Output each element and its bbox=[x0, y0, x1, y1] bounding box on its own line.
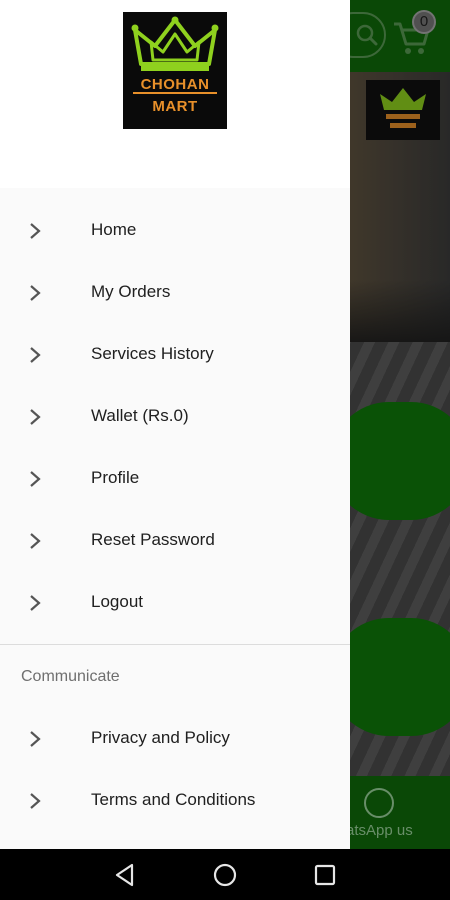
chohan-mart-logo: CHOHAN MART bbox=[123, 12, 227, 129]
system-navigation-bar bbox=[0, 849, 450, 900]
drawer-header: CHOHAN MART bbox=[0, 0, 350, 188]
menu-item-label: Reset Password bbox=[91, 530, 215, 549]
menu-item-logout[interactable]: Logout bbox=[0, 572, 350, 634]
home-circle-icon bbox=[213, 863, 237, 887]
menu-item-home[interactable]: Home bbox=[0, 200, 350, 262]
menu-item-services-history[interactable]: Services History bbox=[0, 324, 350, 386]
chevron-right-icon bbox=[30, 285, 41, 301]
crown-icon bbox=[131, 16, 219, 71]
menu-item-label: Profile bbox=[91, 468, 140, 487]
chevron-right-icon bbox=[30, 409, 41, 425]
logo-underline bbox=[133, 92, 217, 94]
menu-item-reset-password[interactable]: Reset Password bbox=[0, 510, 350, 572]
chevron-right-icon bbox=[30, 731, 41, 747]
home-button[interactable] bbox=[212, 862, 238, 888]
logo-text-line1: CHOHAN bbox=[140, 76, 210, 93]
chevron-right-icon bbox=[30, 533, 41, 549]
navigation-drawer: CHOHAN MART Home My Orders Services Hist… bbox=[0, 0, 350, 849]
back-button[interactable] bbox=[112, 862, 138, 888]
chevron-right-icon bbox=[30, 471, 41, 487]
chevron-right-icon bbox=[30, 793, 41, 809]
menu-item-profile[interactable]: Profile bbox=[0, 448, 350, 510]
menu-item-label: Home bbox=[91, 220, 137, 239]
menu-item-label: Terms and Conditions bbox=[91, 790, 256, 809]
menu-item-wallet[interactable]: Wallet (Rs.0) bbox=[0, 386, 350, 448]
recents-square-icon bbox=[314, 864, 336, 886]
chevron-right-icon bbox=[30, 347, 41, 363]
menu-item-label: Privacy and Policy bbox=[91, 728, 230, 747]
menu-divider bbox=[0, 644, 350, 645]
menu-item-label: Logout bbox=[91, 592, 143, 611]
menu-item-my-orders[interactable]: My Orders bbox=[0, 262, 350, 324]
section-title-communicate: Communicate bbox=[21, 668, 120, 685]
menu-item-label: Wallet (Rs.0) bbox=[91, 406, 189, 425]
chevron-right-icon bbox=[30, 223, 41, 239]
back-triangle-icon bbox=[115, 863, 134, 887]
logo-text-line2: MART bbox=[152, 98, 198, 115]
menu-item-label: Services History bbox=[91, 344, 214, 363]
chevron-right-icon bbox=[30, 595, 41, 611]
menu-item-privacy-policy[interactable]: Privacy and Policy bbox=[0, 708, 350, 770]
menu-item-terms-conditions[interactable]: Terms and Conditions bbox=[0, 770, 350, 832]
menu-item-label: My Orders bbox=[91, 282, 171, 301]
recents-button[interactable] bbox=[312, 862, 338, 888]
